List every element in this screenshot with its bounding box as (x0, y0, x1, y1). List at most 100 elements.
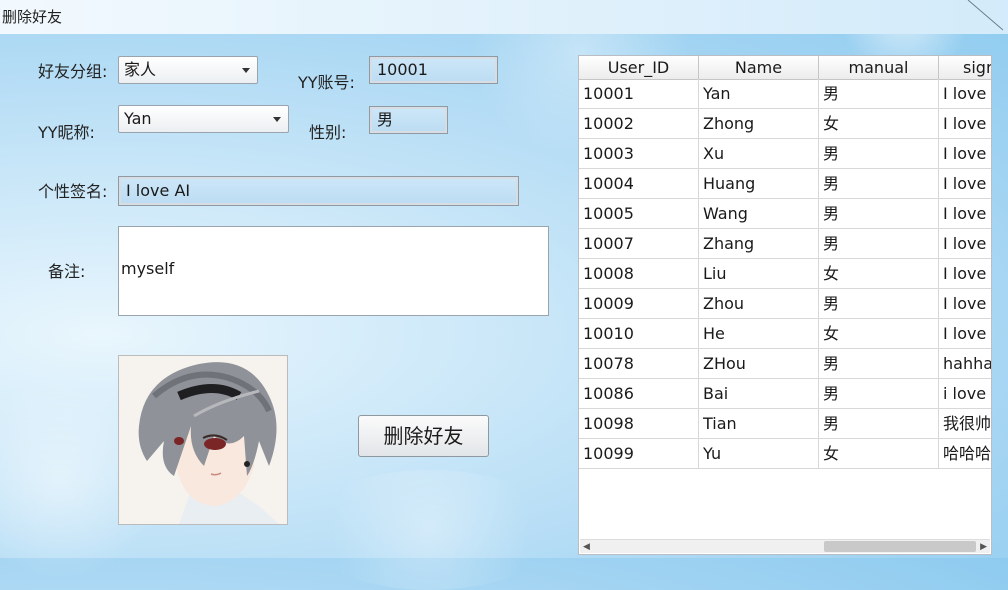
cell-name: He (699, 319, 819, 348)
remark-value: myself (121, 259, 175, 278)
cell-manual: 男 (819, 79, 939, 108)
cell-name: Huang (699, 169, 819, 198)
table-row[interactable]: 10001Yan男I love A (579, 79, 991, 109)
group-label: 好友分组: (38, 62, 108, 81)
scrollbar-thumb[interactable] (824, 541, 976, 552)
signature-value: I love AI (126, 181, 191, 200)
cell-manual: 女 (819, 109, 939, 138)
cell-name: Liu (699, 259, 819, 288)
cell-user-id: 10007 (579, 229, 699, 258)
signature-field[interactable]: I love AI (118, 176, 519, 206)
cell-manual: 男 (819, 169, 939, 198)
cell-user-id: 10078 (579, 349, 699, 378)
delete-friend-label: 删除好友 (383, 424, 464, 448)
cell-signature: i love f (939, 379, 991, 408)
window-title: 删除好友 (2, 8, 63, 26)
cell-name: ZHou (699, 349, 819, 378)
column-header-user-id[interactable]: User_ID (579, 56, 699, 79)
cell-user-id: 10002 (579, 109, 699, 138)
cell-name: Bai (699, 379, 819, 408)
table-row[interactable]: 10010 He 女 I love f (579, 319, 991, 349)
delete-friend-button[interactable]: 删除好友 (358, 415, 489, 457)
cell-signature: 我很帅 (939, 409, 991, 438)
cell-user-id: 10008 (579, 259, 699, 288)
cell-user-id: 10005 (579, 199, 699, 228)
remark-label: 备注: (48, 262, 86, 281)
cell-name: Zhong (699, 109, 819, 138)
cell-manual: 女 (819, 259, 939, 288)
cell-user-id: 10010 (579, 319, 699, 348)
cell-signature: I love c (939, 259, 991, 288)
group-select[interactable]: 家人 (118, 56, 258, 84)
cell-user-id: 10001 (579, 79, 699, 108)
cell-user-id: 10099 (579, 439, 699, 468)
cell-signature: I love . (939, 139, 991, 168)
nickname-select[interactable]: Yan (118, 105, 289, 133)
cell-user-id: 10003 (579, 139, 699, 168)
cell-signature: hahha (939, 349, 991, 378)
cell-name: Zhang (699, 229, 819, 258)
cell-manual: 女 (819, 439, 939, 468)
cell-manual: 男 (819, 229, 939, 258)
table-row[interactable]: 10008Liu女I love c (579, 259, 991, 289)
group-select-value: 家人 (124, 60, 157, 79)
cell-manual: 女 (819, 319, 939, 348)
cell-name: Yu (699, 439, 819, 468)
cell-name: Wang (699, 199, 819, 228)
table-row[interactable]: 10005Wang男I love p (579, 199, 991, 229)
column-header-signature[interactable]: sigr (939, 56, 991, 79)
cell-manual: 男 (819, 409, 939, 438)
remark-textarea[interactable]: myself (118, 226, 549, 316)
table-row[interactable]: 10078 ZHou 男 hahha (579, 349, 991, 379)
signature-label: 个性签名: (38, 182, 108, 201)
horizontal-scrollbar[interactable]: ◀ ▶ (580, 539, 990, 553)
cell-manual: 男 (819, 139, 939, 168)
cell-signature: I love A (939, 79, 991, 108)
cell-signature: I love n (939, 109, 991, 138)
gender-value: 男 (377, 110, 394, 129)
account-field[interactable]: 10001 (369, 56, 498, 84)
nickname-select-value: Yan (124, 109, 152, 128)
cell-signature: I love n (939, 169, 991, 198)
scroll-left-icon[interactable]: ◀ (583, 542, 590, 552)
nickname-label: YY昵称: (38, 123, 95, 142)
table-row[interactable]: 10004Huang男I love n (579, 169, 991, 199)
table-row[interactable]: 10099 Yu 女哈哈哈 (579, 439, 991, 469)
cell-signature: I love c (939, 289, 991, 318)
cell-user-id: 10098 (579, 409, 699, 438)
chevron-down-icon (273, 117, 281, 122)
scroll-right-icon[interactable]: ▶ (980, 542, 987, 552)
cell-signature: 哈哈哈 (939, 439, 991, 468)
cell-user-id: 10086 (579, 379, 699, 408)
table-row[interactable]: 10086 Bai 男 i love f (579, 379, 991, 409)
cell-signature: I love f (939, 319, 991, 348)
friends-table[interactable]: User_ID Name manual sigr 10001 Yan 男 I love… (578, 55, 992, 555)
account-value: 10001 (377, 60, 428, 79)
table-row[interactable]: 10009Zhou男I love c (579, 289, 991, 319)
account-label: YY账号: (298, 73, 355, 92)
cell-name: Yan (699, 79, 819, 108)
cell-signature: I love e (939, 229, 991, 258)
cell-manual: 男 (819, 289, 939, 318)
column-header-manual[interactable]: manual (819, 56, 939, 79)
cell-manual: 男 (819, 379, 939, 408)
cell-signature: I love p (939, 199, 991, 228)
title-bar: 删除好友 (0, 0, 1008, 34)
anime-avatar-image (119, 356, 287, 524)
table-row[interactable]: 10007Zhang男I love e (579, 229, 991, 259)
cell-manual: 男 (819, 199, 939, 228)
cell-user-id: 10004 (579, 169, 699, 198)
cell-name: Xu (699, 139, 819, 168)
gender-label: 性别: (309, 123, 347, 142)
avatar (118, 355, 288, 525)
cell-manual: 男 (819, 349, 939, 378)
table-row[interactable]: 10003 Xu 男 I love . (579, 139, 991, 169)
column-header-name[interactable]: Name (699, 56, 819, 79)
corner-decoration (967, 0, 1004, 31)
gender-field[interactable]: 男 (369, 106, 448, 134)
table-row[interactable]: 10002Zhong女I love n (579, 109, 991, 139)
cell-name: Zhou (699, 289, 819, 318)
table-header: User_ID Name manual sigr (579, 56, 991, 80)
chevron-down-icon (242, 68, 250, 73)
table-row[interactable]: 10098 Tian 男我很帅 (579, 409, 991, 439)
